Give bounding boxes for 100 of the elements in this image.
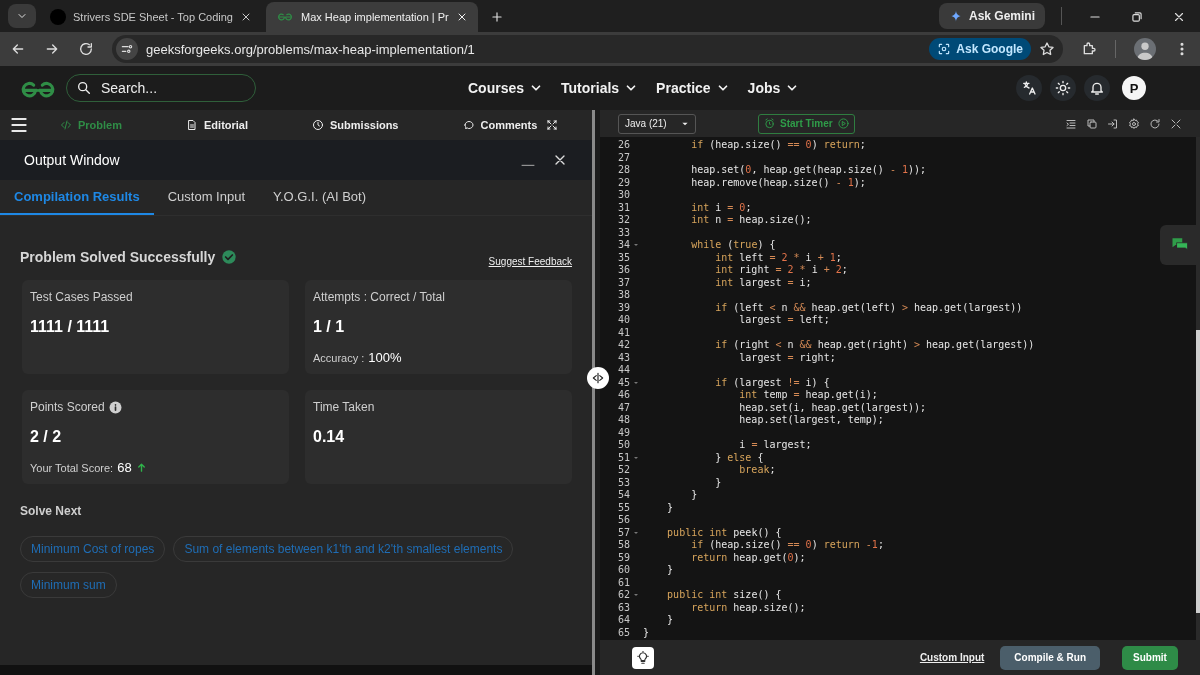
line-number: 51 bbox=[616, 451, 630, 464]
line-number: 45 bbox=[616, 376, 630, 389]
line-number: 43 bbox=[616, 351, 630, 364]
note-label: Your Total Score: bbox=[30, 461, 114, 474]
problem-tab[interactable]: Problem bbox=[60, 119, 122, 131]
search-field[interactable]: Search... bbox=[66, 74, 256, 102]
card-value: 1 / 1 bbox=[313, 318, 346, 336]
scrollbar-thumb[interactable] bbox=[1196, 330, 1200, 613]
card-value: 1111 / 1111 bbox=[30, 318, 111, 336]
output-tab[interactable]: Custom Input bbox=[153, 180, 259, 215]
menu-icon[interactable] bbox=[10, 117, 28, 133]
output-tab[interactable]: Y.O.G.I. (AI Bot) bbox=[259, 180, 380, 215]
line-number: 64 bbox=[616, 614, 630, 627]
code-line: int n = heap.size(); bbox=[690, 214, 812, 227]
alarm-icon bbox=[764, 118, 775, 129]
line-number: 58 bbox=[616, 539, 630, 552]
expand-icon[interactable] bbox=[546, 119, 558, 131]
forward-icon[interactable] bbox=[44, 41, 60, 57]
fold-icon[interactable] bbox=[633, 242, 639, 249]
site-favicon bbox=[276, 10, 294, 24]
code-line: break; bbox=[738, 464, 776, 477]
problem-tab[interactable]: Comments bbox=[462, 119, 538, 131]
code-line: } bbox=[666, 501, 674, 514]
line-number: 26 bbox=[616, 139, 630, 152]
reset-icon[interactable] bbox=[1149, 117, 1161, 130]
user-avatar[interactable]: P bbox=[1122, 76, 1146, 100]
nav-menu[interactable]: Courses bbox=[468, 80, 544, 96]
document-icon bbox=[186, 119, 198, 131]
submit-button[interactable]: Submit bbox=[1122, 645, 1178, 670]
status-text: Problem Solved Successfully bbox=[20, 249, 216, 265]
problem-tab[interactable]: Submissions bbox=[312, 119, 399, 131]
feedback-link[interactable]: Suggest Feedback bbox=[488, 255, 572, 267]
import-icon[interactable] bbox=[1107, 117, 1119, 130]
bell-icon bbox=[1089, 80, 1105, 96]
translate-button[interactable] bbox=[1016, 75, 1042, 101]
line-number: 59 bbox=[616, 551, 630, 564]
ask-google-button[interactable]: Ask Google bbox=[929, 38, 1031, 60]
plus-icon[interactable] bbox=[489, 10, 504, 24]
star-icon[interactable] bbox=[1039, 41, 1055, 57]
line-number: 46 bbox=[616, 389, 630, 402]
play-icon bbox=[837, 118, 849, 129]
fold-icon[interactable] bbox=[633, 379, 639, 386]
code-line: i = largest; bbox=[738, 439, 812, 452]
extensions-icon[interactable] bbox=[1081, 41, 1097, 57]
nav-menu[interactable]: Tutorials bbox=[561, 80, 639, 96]
line-number: 36 bbox=[616, 264, 630, 277]
code-line: if (right < n && heap.get(right) > heap.get(largest)) bbox=[714, 339, 1035, 352]
window-title: Output Window bbox=[24, 152, 121, 168]
nav-menu[interactable]: Jobs bbox=[747, 80, 800, 96]
code-line: } bbox=[666, 614, 674, 627]
split-arrows-icon bbox=[591, 371, 605, 385]
line-number: 56 bbox=[616, 514, 630, 527]
line-number: 35 bbox=[616, 251, 630, 264]
code-icon bbox=[60, 119, 72, 131]
card-value: 0.14 bbox=[313, 428, 346, 446]
ask-gemini-button[interactable]: Ask Gemini bbox=[938, 3, 1045, 29]
fold-icon[interactable] bbox=[633, 454, 639, 461]
fold-icon[interactable] bbox=[633, 529, 639, 536]
close-icon[interactable] bbox=[1172, 10, 1186, 24]
tab-list-button[interactable] bbox=[8, 4, 36, 28]
code-line: } else { bbox=[714, 451, 764, 464]
card-label: Points Scored bbox=[30, 400, 105, 414]
restore-icon[interactable] bbox=[1130, 10, 1144, 24]
profile-avatar[interactable] bbox=[1134, 38, 1156, 60]
back-icon[interactable] bbox=[10, 41, 26, 57]
note-value: 68 bbox=[117, 460, 132, 475]
output-tab[interactable]: Compilation Results bbox=[0, 180, 154, 215]
bell-button[interactable] bbox=[1084, 75, 1110, 101]
site-info-icon[interactable] bbox=[120, 42, 134, 56]
line-number: 34 bbox=[616, 239, 630, 252]
code-line: int right = 2 * i + 2; bbox=[714, 264, 848, 277]
fold-icon[interactable] bbox=[633, 592, 639, 599]
line-number: 49 bbox=[616, 426, 630, 439]
hint-button[interactable] bbox=[632, 646, 654, 669]
comment-icon bbox=[462, 119, 475, 131]
code-line: heap.set(i, heap.get(largest)); bbox=[738, 401, 926, 414]
fullscreen-icon[interactable] bbox=[1170, 117, 1182, 130]
browser-tab[interactable]: Strivers SDE Sheet - Top Coding bbox=[40, 2, 262, 32]
line-number: 62 bbox=[616, 589, 630, 602]
lens-icon bbox=[937, 42, 952, 56]
language-select[interactable]: Java (21) bbox=[618, 113, 696, 134]
close-icon[interactable] bbox=[240, 11, 252, 23]
custom-input-link[interactable]: Custom Input bbox=[919, 652, 985, 663]
line-number: 40 bbox=[616, 314, 630, 327]
line-number: 27 bbox=[616, 151, 630, 164]
copy-icon[interactable] bbox=[1086, 117, 1098, 130]
browser-tab[interactable]: Max Heap implementation | Pr bbox=[266, 2, 478, 32]
format-icon[interactable] bbox=[1065, 117, 1077, 130]
url-text: geeksforgeeks.org/problems/max-heap-implementation/1 bbox=[146, 41, 476, 57]
line-number: 44 bbox=[616, 364, 630, 377]
start-timer-button[interactable]: Start Timer bbox=[758, 113, 855, 134]
line-number: 47 bbox=[616, 401, 630, 414]
reload-icon[interactable] bbox=[78, 41, 94, 57]
settings-icon[interactable] bbox=[1128, 117, 1140, 130]
theme-button[interactable] bbox=[1050, 75, 1076, 101]
line-number: 30 bbox=[616, 189, 630, 202]
nav-menu[interactable]: Practice bbox=[656, 80, 730, 96]
compile-run-button[interactable]: Compile & Run bbox=[1000, 645, 1100, 670]
address-bar[interactable]: geeksforgeeks.org/problems/max-heap-implementation/1 Ask Google bbox=[112, 35, 1063, 63]
problem-tab[interactable]: Editorial bbox=[186, 119, 249, 131]
